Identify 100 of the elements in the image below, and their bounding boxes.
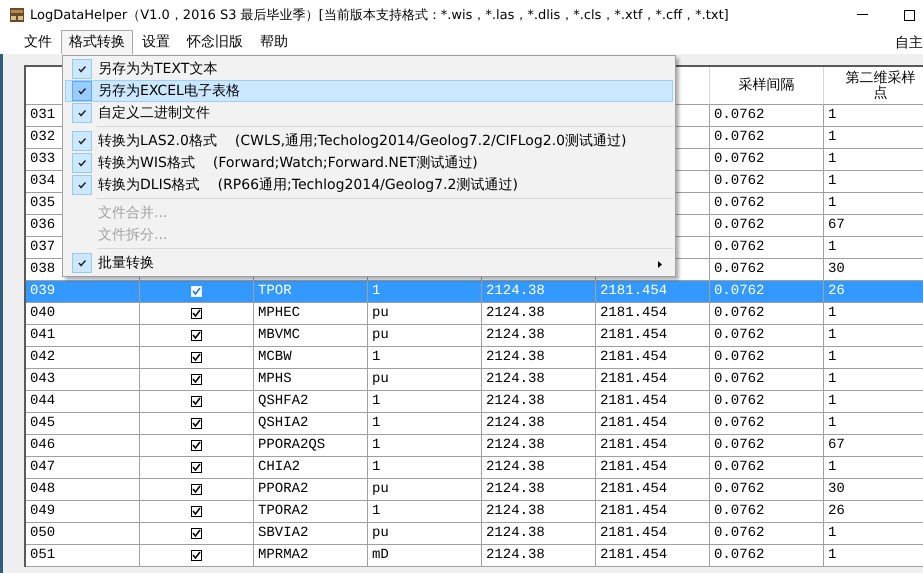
table-cell: 2124.38 bbox=[486, 393, 545, 409]
table-cell: 67 bbox=[828, 437, 845, 453]
menu-item[interactable]: 另存为为TEXT文本 bbox=[65, 58, 673, 80]
table-cell: 1 bbox=[828, 129, 836, 145]
table-cell: 1 bbox=[372, 283, 380, 299]
table-row[interactable]: 043 MPHS pu 2124.38 2181.454 0.0762 1 bbox=[26, 369, 923, 391]
table-cell: 049 bbox=[30, 503, 56, 519]
table-cell: pu bbox=[372, 371, 389, 387]
table-cell: mD bbox=[372, 547, 389, 563]
table-cell: 048 bbox=[30, 481, 56, 497]
checkbox[interactable] bbox=[191, 506, 202, 517]
table-cell: 1 bbox=[828, 151, 836, 167]
table-row[interactable]: 042 MCBW 1 2124.38 2181.454 0.0762 1 bbox=[26, 347, 923, 369]
table-cell: 0.0762 bbox=[714, 459, 764, 475]
table-cell: 0.0762 bbox=[714, 349, 764, 365]
checkbox[interactable] bbox=[191, 308, 202, 319]
table-cell: MBVMC bbox=[258, 327, 300, 343]
menu-item[interactable]: 转换为LAS2.0格式 (CWLS,通用;Techolog2014/Geolog7.2/CIFLog2.0测试通过) bbox=[65, 130, 673, 152]
table-row[interactable]: 041 MBVMC pu 2124.38 2181.454 0.0762 1 bbox=[26, 325, 923, 347]
table-cell: 0.0762 bbox=[714, 283, 764, 299]
checkbox[interactable] bbox=[191, 352, 202, 363]
checkbox[interactable] bbox=[191, 330, 202, 341]
maximize-icon[interactable] bbox=[904, 10, 915, 20]
menu-bar-item[interactable]: 怀念旧版 bbox=[179, 30, 251, 54]
menu-item[interactable]: 转换为WIS格式 (Forward;Watch;Forward.NET测试通过) bbox=[65, 152, 673, 174]
checkbox[interactable] bbox=[191, 462, 202, 473]
table-cell: 0.0762 bbox=[714, 437, 764, 453]
table-cell: 0.0762 bbox=[714, 547, 764, 563]
table-cell: 2181.454 bbox=[600, 525, 668, 541]
checkbox[interactable] bbox=[191, 286, 202, 297]
table-cell: 2181.454 bbox=[600, 393, 668, 409]
table-cell: 2181.454 bbox=[600, 459, 668, 475]
table-row[interactable]: 045 QSHIA2 1 2124.38 2181.454 0.0762 1 bbox=[26, 413, 923, 435]
table-cell: 033 bbox=[30, 151, 56, 167]
table-cell: 1 bbox=[372, 459, 380, 475]
table-cell: TPOR bbox=[258, 283, 292, 299]
table-row[interactable]: 048 PPORA2 pu 2124.38 2181.454 0.0762 30 bbox=[26, 479, 923, 501]
table-cell: pu bbox=[372, 525, 389, 541]
table-cell: 2124.38 bbox=[486, 525, 545, 541]
table-cell: 038 bbox=[30, 261, 56, 277]
minimize-icon[interactable] bbox=[857, 14, 868, 16]
table-cell: 035 bbox=[30, 195, 56, 211]
table-cell: 036 bbox=[30, 217, 56, 233]
menu-item[interactable]: 另存为EXCEL电子表格 bbox=[65, 80, 673, 102]
table-cell: 2124.38 bbox=[486, 349, 545, 365]
table-cell: 2124.38 bbox=[486, 437, 545, 453]
menu-item[interactable]: 自定义二进制文件 bbox=[65, 102, 673, 124]
checkbox[interactable] bbox=[191, 374, 202, 385]
menu-bar-item[interactable]: 帮助 bbox=[252, 30, 296, 54]
table-row[interactable]: 049 TPORA2 1 2124.38 2181.454 0.0762 26 bbox=[26, 501, 923, 523]
table-cell: pu bbox=[372, 305, 389, 321]
menu-bar-item[interactable]: 自主 bbox=[895, 34, 923, 52]
table-cell: 2181.454 bbox=[600, 371, 668, 387]
table-cell: 1 bbox=[828, 107, 836, 123]
table-row[interactable]: 046 PPORA2QS 1 2124.38 2181.454 0.0762 67 bbox=[26, 435, 923, 457]
menu-item[interactable]: 转换为DLIS格式 (RP66通用;Techlog2014/Geolog7.2测试通过) bbox=[65, 174, 673, 196]
menu-bar-item[interactable]: 设置 bbox=[134, 30, 178, 54]
table-cell: 2181.454 bbox=[600, 503, 668, 519]
checkbox[interactable] bbox=[191, 528, 202, 539]
checkbox[interactable] bbox=[191, 440, 202, 451]
table-row[interactable]: 040 MPHEC pu 2124.38 2181.454 0.0762 1 bbox=[26, 303, 923, 325]
table-row[interactable]: 044 QSHFA2 1 2124.38 2181.454 0.0762 1 bbox=[26, 391, 923, 413]
table-cell: MCBW bbox=[258, 349, 292, 365]
table-cell: 1 bbox=[372, 415, 380, 431]
table-cell: 2124.38 bbox=[486, 459, 545, 475]
table-cell: 2181.454 bbox=[600, 283, 668, 299]
table-cell: 2124.38 bbox=[486, 283, 545, 299]
table-cell: 2124.38 bbox=[486, 305, 545, 321]
table-cell: 0.0762 bbox=[714, 239, 764, 255]
table-cell: 1 bbox=[372, 393, 380, 409]
table-cell: 26 bbox=[828, 283, 845, 299]
table-cell: 67 bbox=[828, 217, 845, 233]
table-cell: 30 bbox=[828, 261, 845, 277]
table-cell: 0.0762 bbox=[714, 371, 764, 387]
table-cell: 0.0762 bbox=[714, 393, 764, 409]
table-cell: 1 bbox=[372, 503, 380, 519]
menu-bar-item[interactable]: 文件 bbox=[16, 30, 60, 54]
checkbox[interactable] bbox=[191, 550, 202, 561]
table-cell: 0.0762 bbox=[714, 327, 764, 343]
table-cell: 046 bbox=[30, 437, 56, 453]
menu-bar-item[interactable]: 格式转换 bbox=[61, 30, 133, 54]
checkbox[interactable] bbox=[191, 484, 202, 495]
table-cell: 2181.454 bbox=[600, 547, 668, 563]
table-cell: 041 bbox=[30, 327, 56, 343]
table-cell: 1 bbox=[372, 437, 380, 453]
table-row[interactable]: 050 SBVIA2 pu 2124.38 2181.454 0.0762 1 bbox=[26, 523, 923, 545]
checkbox[interactable] bbox=[191, 396, 202, 407]
table-row[interactable]: 051 MPRMA2 mD 2124.38 2181.454 0.0762 1 bbox=[26, 545, 923, 567]
table-cell: 044 bbox=[30, 393, 56, 409]
table-row[interactable]: 047 CHIA2 1 2124.38 2181.454 0.0762 1 bbox=[26, 457, 923, 479]
menu-item[interactable]: 批量转换 bbox=[65, 252, 673, 274]
table-cell: 0.0762 bbox=[714, 305, 764, 321]
table-cell: 2181.454 bbox=[600, 415, 668, 431]
table-cell: MPHS bbox=[258, 371, 292, 387]
table-cell: 30 bbox=[828, 481, 845, 497]
table-cell: 032 bbox=[30, 129, 56, 145]
table-cell: 2124.38 bbox=[486, 547, 545, 563]
table-cell: 040 bbox=[30, 305, 56, 321]
table-cell: 26 bbox=[828, 503, 845, 519]
checkbox[interactable] bbox=[191, 418, 202, 429]
